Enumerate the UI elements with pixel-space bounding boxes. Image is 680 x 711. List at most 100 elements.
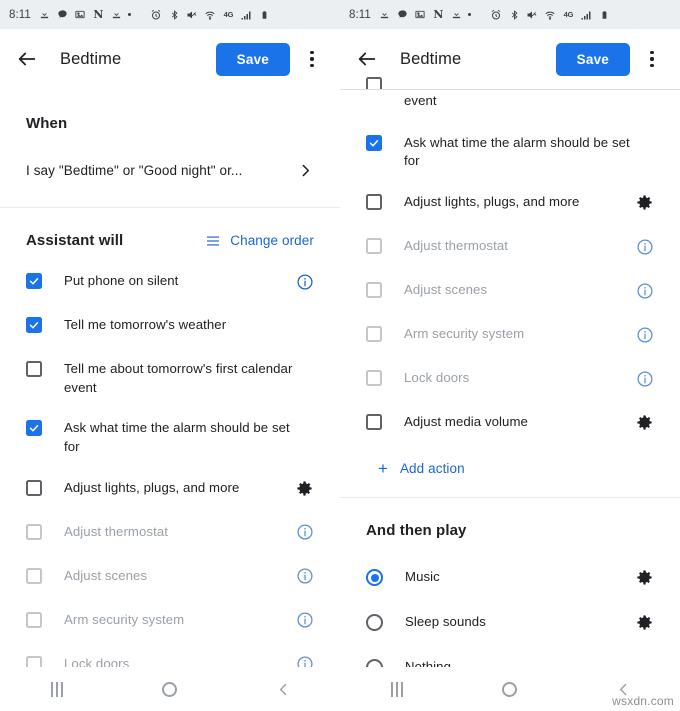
save-button[interactable]: Save <box>215 42 290 76</box>
action-checkbox[interactable] <box>366 414 382 431</box>
status-bar-clock: 8:11 <box>349 8 371 21</box>
right-content: event Ask what time the alarm should be … <box>340 90 680 691</box>
gear-icon[interactable] <box>635 193 654 212</box>
action-label: Tell me about tomorrow's first calendar … <box>64 361 293 395</box>
action-checkbox[interactable] <box>26 361 42 377</box>
info-icon[interactable] <box>636 370 654 388</box>
row-trailing <box>295 479 314 498</box>
row-trailing <box>636 281 654 300</box>
action-checkbox[interactable] <box>366 238 382 255</box>
back-arrow-icon[interactable] <box>354 46 380 72</box>
play-radio[interactable] <box>366 569 383 587</box>
gear-icon[interactable] <box>635 568 654 587</box>
list-item[interactable]: Put phone on silent <box>0 261 340 305</box>
back-button[interactable] <box>253 667 313 711</box>
app-toolbar: Bedtime Save <box>0 29 340 89</box>
action-checkbox[interactable] <box>366 77 382 89</box>
list-item[interactable]: Adjust scenes <box>340 270 680 314</box>
right-phone-screen: 8:11 N 4G Bedtime Save event Ask what ti… <box>340 0 680 711</box>
recent-apps-button[interactable] <box>367 667 427 711</box>
when-section-header: When <box>0 89 340 132</box>
list-item[interactable]: Adjust scenes <box>0 556 340 600</box>
gear-icon[interactable] <box>635 613 654 632</box>
recent-apps-icon <box>50 681 63 697</box>
list-item[interactable]: Adjust media volume <box>340 402 680 446</box>
list-item-clipped[interactable]: event <box>340 90 680 117</box>
assistant-actions-list: Ask what time the alarm should be set fo… <box>340 117 680 446</box>
overflow-menu-icon[interactable] <box>638 45 666 73</box>
list-item[interactable]: Tell me about tomorrow's first calendar … <box>0 349 340 408</box>
row-trailing <box>635 193 654 212</box>
action-checkbox[interactable] <box>366 134 382 151</box>
info-icon[interactable] <box>636 282 654 300</box>
assistant-actions-list: Put phone on silent Tell me tomorrow's we… <box>0 249 340 688</box>
netflix-icon: N <box>433 8 444 21</box>
left-phone-screen: 8:11 N 4G Bedtime Save When I say "Bedti… <box>0 0 340 711</box>
change-order-button[interactable]: Change order <box>205 233 314 249</box>
list-item[interactable]: Lock doors <box>340 358 680 402</box>
home-button[interactable] <box>480 667 540 711</box>
page-title: Bedtime <box>400 49 462 68</box>
action-label: Adjust thermostat <box>404 238 508 254</box>
action-label: Adjust thermostat <box>64 523 168 539</box>
action-checkbox[interactable] <box>26 420 42 437</box>
list-item[interactable]: Ask what time the alarm should be set fo… <box>340 123 680 182</box>
when-trigger-row[interactable]: I say "Bedtime" or "Good night" or... <box>0 132 340 207</box>
dual-screenshot-container: 8:11 N 4G Bedtime Save When I say "Bedti… <box>0 0 680 711</box>
info-icon[interactable] <box>296 273 314 291</box>
play-radio[interactable] <box>366 614 383 632</box>
list-item[interactable]: Ask what time the alarm should be set fo… <box>0 408 340 467</box>
page-title: Bedtime <box>60 49 122 68</box>
recent-apps-button[interactable] <box>27 667 87 711</box>
action-checkbox[interactable] <box>26 479 42 496</box>
action-checkbox[interactable] <box>366 194 382 211</box>
dot-icon <box>467 13 471 16</box>
info-icon[interactable] <box>296 611 314 629</box>
list-item[interactable]: Music <box>340 555 680 600</box>
info-icon[interactable] <box>636 326 654 344</box>
list-item[interactable]: Sleep sounds <box>340 600 680 645</box>
list-item[interactable]: Adjust thermostat <box>340 226 680 270</box>
back-arrow-icon[interactable] <box>14 46 40 72</box>
battery-icon <box>598 8 611 21</box>
action-label: Adjust media volume <box>404 414 528 430</box>
row-trailing <box>635 613 654 632</box>
add-action-button[interactable]: + Add action <box>340 446 680 497</box>
list-item[interactable]: Adjust lights, plugs, and more <box>0 468 340 512</box>
bluetooth-icon <box>168 8 181 21</box>
list-item[interactable]: Adjust lights, plugs, and more <box>340 182 680 226</box>
action-checkbox[interactable] <box>366 370 382 387</box>
action-label: Arm security system <box>404 326 525 342</box>
list-item[interactable]: Adjust thermostat <box>0 512 340 556</box>
action-checkbox[interactable] <box>26 273 42 289</box>
gear-icon[interactable] <box>635 413 654 432</box>
home-button[interactable] <box>140 667 200 711</box>
info-icon[interactable] <box>296 567 314 585</box>
list-item[interactable]: Tell me tomorrow's weather <box>0 305 340 349</box>
save-button[interactable]: Save <box>555 42 630 76</box>
action-checkbox[interactable] <box>26 611 42 628</box>
list-item[interactable]: Arm security system <box>340 314 680 358</box>
system-navigation-bar <box>0 667 340 711</box>
bluetooth-icon <box>508 8 521 21</box>
change-order-label: Change order <box>230 233 314 248</box>
info-icon[interactable] <box>636 238 654 256</box>
action-checkbox[interactable] <box>26 317 42 333</box>
action-checkbox[interactable] <box>26 567 42 584</box>
dot-icon <box>127 13 131 16</box>
action-label: Arm security system <box>64 611 185 627</box>
overflow-menu-icon[interactable] <box>298 45 326 73</box>
message-icon <box>396 8 409 21</box>
row-trailing <box>635 413 654 432</box>
download-icon <box>378 8 391 21</box>
gear-icon[interactable] <box>295 479 314 498</box>
assistant-section-header: Assistant will Change order <box>0 208 340 249</box>
action-checkbox[interactable] <box>26 523 42 540</box>
play-title: And then play <box>366 522 467 540</box>
info-icon[interactable] <box>296 523 314 541</box>
action-checkbox[interactable] <box>366 282 382 299</box>
signal-icon <box>240 8 253 21</box>
action-checkbox[interactable] <box>366 326 382 343</box>
list-item[interactable]: Arm security system <box>0 600 340 644</box>
add-action-label: Add action <box>399 461 465 477</box>
